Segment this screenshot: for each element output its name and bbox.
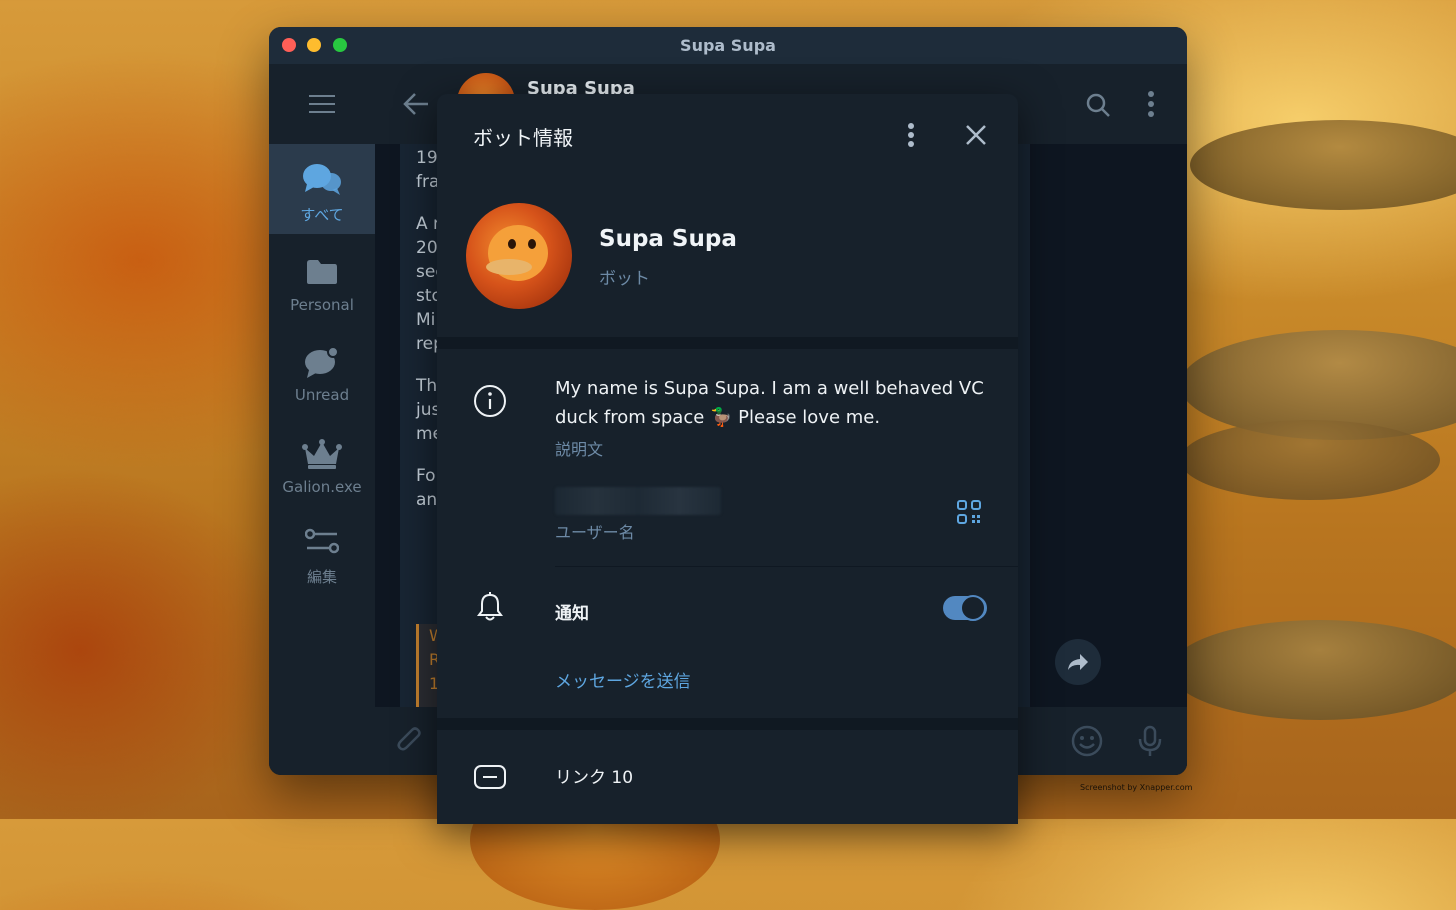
description-label: 説明文 — [555, 440, 604, 459]
title-bar: Supa Supa — [269, 27, 1187, 64]
bot-avatar[interactable] — [466, 203, 572, 309]
more-vertical-icon[interactable] — [907, 122, 915, 152]
bell-icon — [477, 592, 503, 626]
folder-personal[interactable]: Personal — [269, 236, 375, 326]
background-ufo — [1180, 420, 1440, 500]
panel-title: ボット情報 — [473, 126, 573, 150]
edit-folders-icon — [269, 522, 375, 562]
search-icon[interactable] — [1085, 92, 1111, 122]
duck-beak — [486, 259, 532, 275]
send-message-button[interactable]: メッセージを送信 — [555, 667, 691, 692]
folder-edit[interactable]: 編集 — [269, 512, 375, 602]
section-divider — [437, 337, 1018, 349]
emoji-icon[interactable] — [1071, 725, 1103, 761]
bot-info-panel: ボット情報 Supa Supa ボット My name is Supa Supa… — [437, 94, 1018, 824]
links-row-label[interactable]: リンク 10 — [555, 763, 633, 788]
crown-icon — [269, 434, 375, 474]
username-value-redacted[interactable] — [555, 487, 721, 515]
folder-label: 編集 — [306, 568, 337, 586]
duck-eye — [508, 239, 516, 249]
bot-type-label: ボット — [599, 269, 650, 289]
folder-all[interactable]: すべて — [269, 144, 375, 234]
window-title: Supa Supa — [680, 36, 776, 55]
forward-button[interactable] — [1055, 639, 1101, 685]
watermark: Screenshot by Xnapper.com — [1080, 783, 1193, 792]
bot-description: My name is Supa Supa. I am a well behave… — [555, 378, 984, 428]
microphone-icon[interactable] — [1137, 725, 1163, 761]
folder-sidebar: すべて Personal Unread Galion.exe 編集 — [269, 64, 375, 775]
folder-unread[interactable]: Unread — [269, 328, 375, 418]
row-divider — [555, 566, 1018, 567]
link-icon — [473, 762, 507, 796]
folder-label: Personal — [290, 296, 354, 314]
folder-label: Galion.exe — [282, 478, 362, 496]
folder-label: すべて — [300, 206, 344, 224]
background-ufo — [1190, 120, 1456, 210]
menu-icon[interactable] — [309, 95, 335, 113]
notifications-label: 通知 — [555, 604, 589, 624]
section-divider — [437, 718, 1018, 730]
username-label: ユーザー名 — [555, 523, 635, 542]
attach-icon[interactable] — [395, 725, 425, 759]
forward-icon — [1068, 654, 1088, 670]
folder-icon — [269, 252, 375, 292]
bot-name: Supa Supa — [599, 226, 737, 252]
notifications-toggle[interactable] — [943, 595, 987, 621]
background-ufo — [1170, 620, 1456, 720]
minimize-window-button[interactable] — [307, 38, 321, 52]
more-vertical-icon[interactable] — [1147, 90, 1155, 122]
close-icon[interactable] — [964, 123, 988, 151]
info-icon — [473, 384, 507, 422]
toggle-knob — [960, 595, 986, 621]
chats-icon — [269, 160, 375, 200]
duck-eye — [528, 239, 536, 249]
back-arrow-icon[interactable] — [403, 92, 429, 120]
folder-label: Unread — [294, 386, 350, 404]
maximize-window-button[interactable] — [333, 38, 347, 52]
qr-code-icon[interactable] — [957, 500, 981, 528]
folder-galion[interactable]: Galion.exe — [269, 420, 375, 510]
close-window-button[interactable] — [282, 38, 296, 52]
unread-chat-icon — [269, 342, 375, 382]
